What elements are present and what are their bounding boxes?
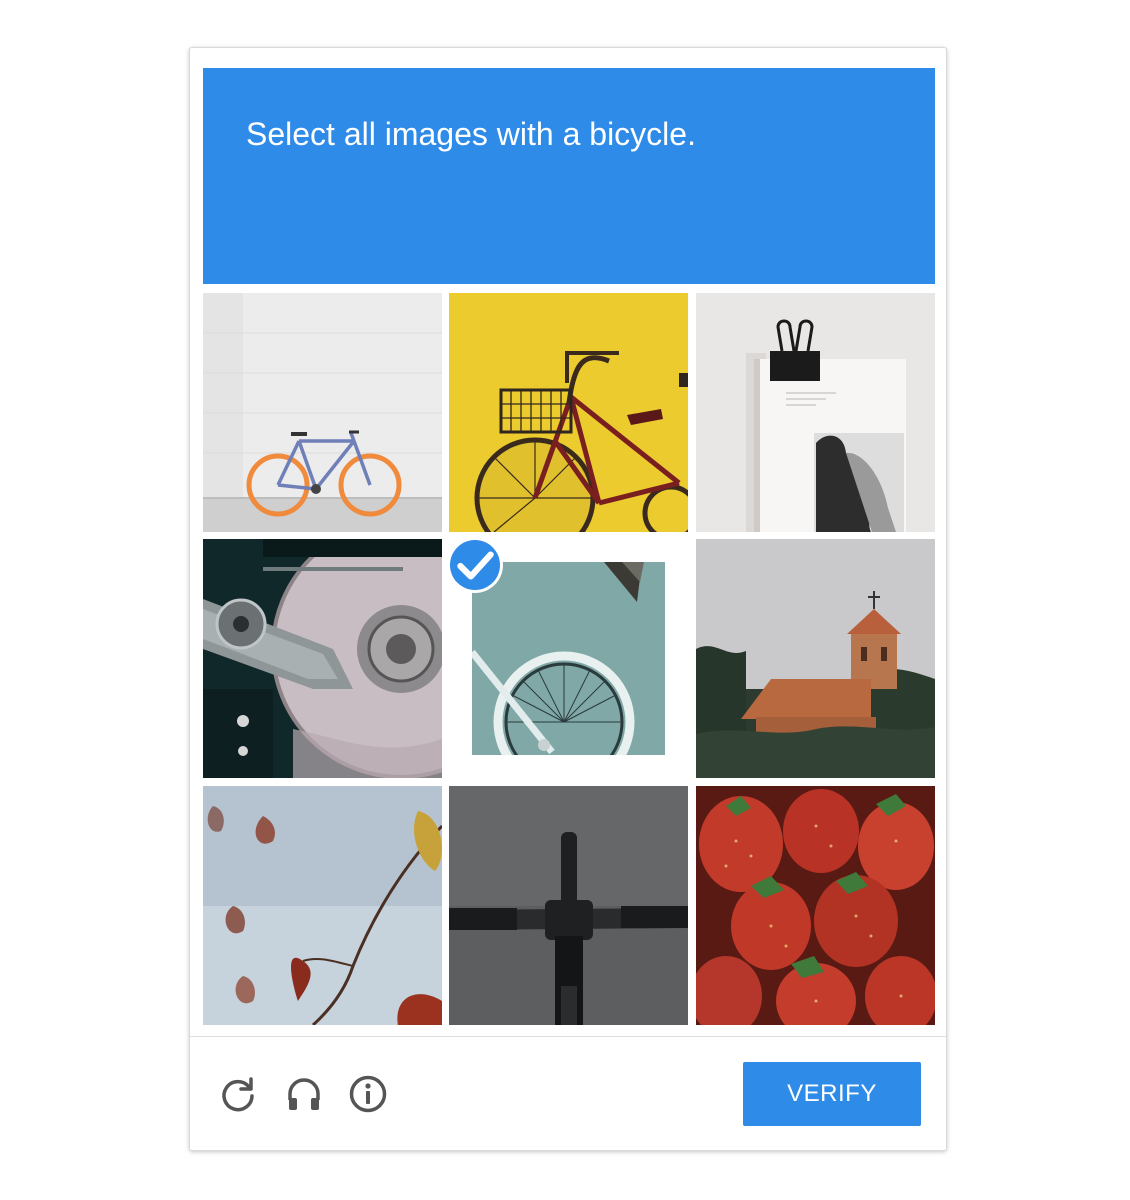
tile-bicycle-yellow-wall[interactable]	[449, 293, 688, 532]
captcha-widget: Select all images with a bicycle. VERIFY	[189, 47, 947, 1151]
info-icon[interactable]	[348, 1074, 388, 1114]
strawberries-image	[696, 786, 935, 1025]
tile-hard-drive[interactable]	[203, 539, 442, 778]
bicycle-white-wall-image	[203, 293, 442, 532]
tile-book-binder-clip[interactable]	[696, 293, 935, 532]
autumn-leaves-image	[203, 786, 442, 1025]
selected-check-icon	[450, 540, 500, 590]
captcha-header: Select all images with a bicycle.	[203, 68, 935, 284]
bicycle-wheel-teal-frame	[472, 562, 665, 755]
image-grid	[203, 293, 935, 1025]
bicycle-wheel-teal-image	[472, 562, 665, 755]
tile-bicycle-white-wall[interactable]	[203, 293, 442, 532]
tile-bicycle-handlebars[interactable]	[449, 786, 688, 1025]
book-binder-clip-image	[696, 293, 935, 532]
church-image	[696, 539, 935, 778]
footer-divider	[190, 1036, 946, 1037]
tile-church[interactable]	[696, 539, 935, 778]
tile-strawberries[interactable]	[696, 786, 935, 1025]
reload-icon[interactable]	[218, 1074, 258, 1114]
tile-autumn-leaves[interactable]	[203, 786, 442, 1025]
captcha-prompt: Select all images with a bicycle.	[246, 116, 696, 152]
hard-drive-image	[203, 539, 442, 778]
headphones-icon[interactable]	[284, 1074, 324, 1114]
bicycle-handlebars-image	[449, 786, 688, 1025]
verify-button[interactable]: VERIFY	[743, 1062, 921, 1126]
tile-bicycle-wheel-teal[interactable]	[449, 539, 688, 778]
bicycle-yellow-wall-image	[449, 293, 688, 532]
